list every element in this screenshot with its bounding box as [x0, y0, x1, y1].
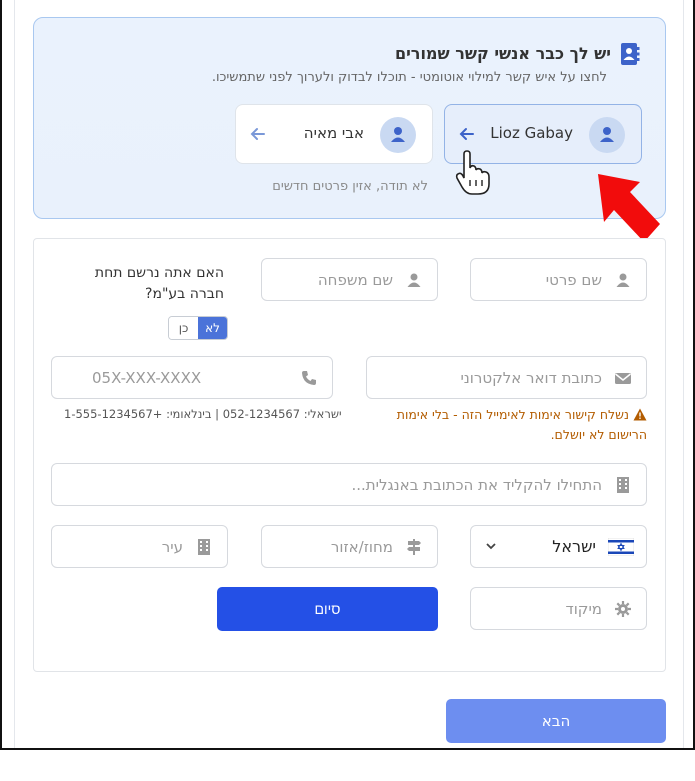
first-name-placeholder: שם פרטי — [545, 271, 602, 289]
banner-subtitle: לחצו על איש קשר למילוי אוטומטי - תוכלו ל… — [211, 70, 607, 85]
email-input[interactable]: כתובת דואר אלקטרוני — [366, 356, 647, 399]
city-input[interactable]: עיר — [51, 525, 228, 568]
company-toggle[interactable]: כן לא — [168, 316, 228, 340]
building-icon — [617, 477, 629, 493]
finish-button[interactable]: סיום — [217, 587, 438, 631]
signpost-icon — [407, 539, 421, 555]
building-icon — [198, 539, 210, 555]
next-button[interactable]: הבא — [446, 699, 666, 743]
user-icon — [391, 127, 405, 142]
phone-icon — [302, 371, 316, 385]
email-verification-warning: נשלח קישור אימות לאימייל הזה - בלי אימות… — [387, 405, 647, 445]
contacts-book-icon — [621, 43, 640, 65]
email-placeholder: כתובת דואר אלקטרוני — [460, 369, 602, 387]
chevron-down-icon — [486, 543, 496, 550]
warning-text: נשלח קישור אימות לאימייל הזה - בלי אימות… — [396, 407, 647, 442]
first-name-input[interactable]: שם פרטי — [470, 258, 647, 301]
zip-placeholder: מיקוד — [565, 600, 602, 618]
phone-input[interactable]: 05X-XXX-XXXX — [51, 356, 333, 399]
contact-name: Lioz Gabay — [490, 124, 573, 142]
region-input[interactable]: מחוז/אזור — [261, 525, 438, 568]
hand-pointer-cursor-icon — [455, 150, 490, 195]
registration-form: שם פרטי שם משפחה האם אתה נרשם תחת חברה ב… — [33, 238, 666, 672]
arrow-left-icon — [250, 128, 265, 140]
city-placeholder: עיר — [161, 538, 183, 556]
address-input[interactable]: התחילו להקליד את הכתובת באנגלית... — [51, 463, 647, 506]
toggle-no-option[interactable]: לא — [198, 317, 227, 339]
red-arrow-annotation-icon — [598, 174, 660, 242]
company-question-label: האם אתה נרשם תחת חברה בע"מ? — [94, 265, 224, 302]
user-icon — [600, 127, 614, 142]
saved-contacts-banner: יש לך כבר אנשי קשר שמורים לחצו על איש קש… — [33, 17, 666, 219]
arrow-left-icon — [459, 128, 474, 140]
country-select[interactable]: ישראל — [470, 525, 647, 568]
last-name-placeholder: שם משפחה — [317, 271, 393, 289]
israel-flag-icon — [608, 538, 634, 556]
toggle-yes-option[interactable]: כן — [169, 317, 198, 339]
user-icon — [616, 273, 630, 287]
avatar — [380, 117, 416, 153]
phone-format-hint: ישראלי: 052-1234567 | בינלאומי: +1-555-1… — [64, 407, 342, 421]
last-name-input[interactable]: שם משפחה — [261, 258, 438, 301]
country-value: ישראל — [552, 537, 596, 556]
envelope-icon — [615, 373, 631, 384]
phone-placeholder: 05X-XXX-XXXX — [92, 369, 202, 387]
skip-saved-contacts-link[interactable]: לא תודה, אזין פרטים חדשים — [272, 179, 428, 194]
warning-icon — [633, 408, 647, 421]
address-placeholder: התחילו להקליד את הכתובת באנגלית... — [351, 476, 602, 494]
region-placeholder: מחוז/אזור — [330, 538, 393, 556]
contact-name: אבי מאיה — [303, 124, 364, 142]
zip-input[interactable]: מיקוד — [470, 587, 647, 630]
user-icon — [407, 273, 421, 287]
gear-icon — [615, 601, 631, 617]
contact-card-avi[interactable]: אבי מאיה — [235, 104, 433, 164]
banner-title: יש לך כבר אנשי קשר שמורים — [394, 44, 611, 63]
avatar — [589, 117, 625, 153]
